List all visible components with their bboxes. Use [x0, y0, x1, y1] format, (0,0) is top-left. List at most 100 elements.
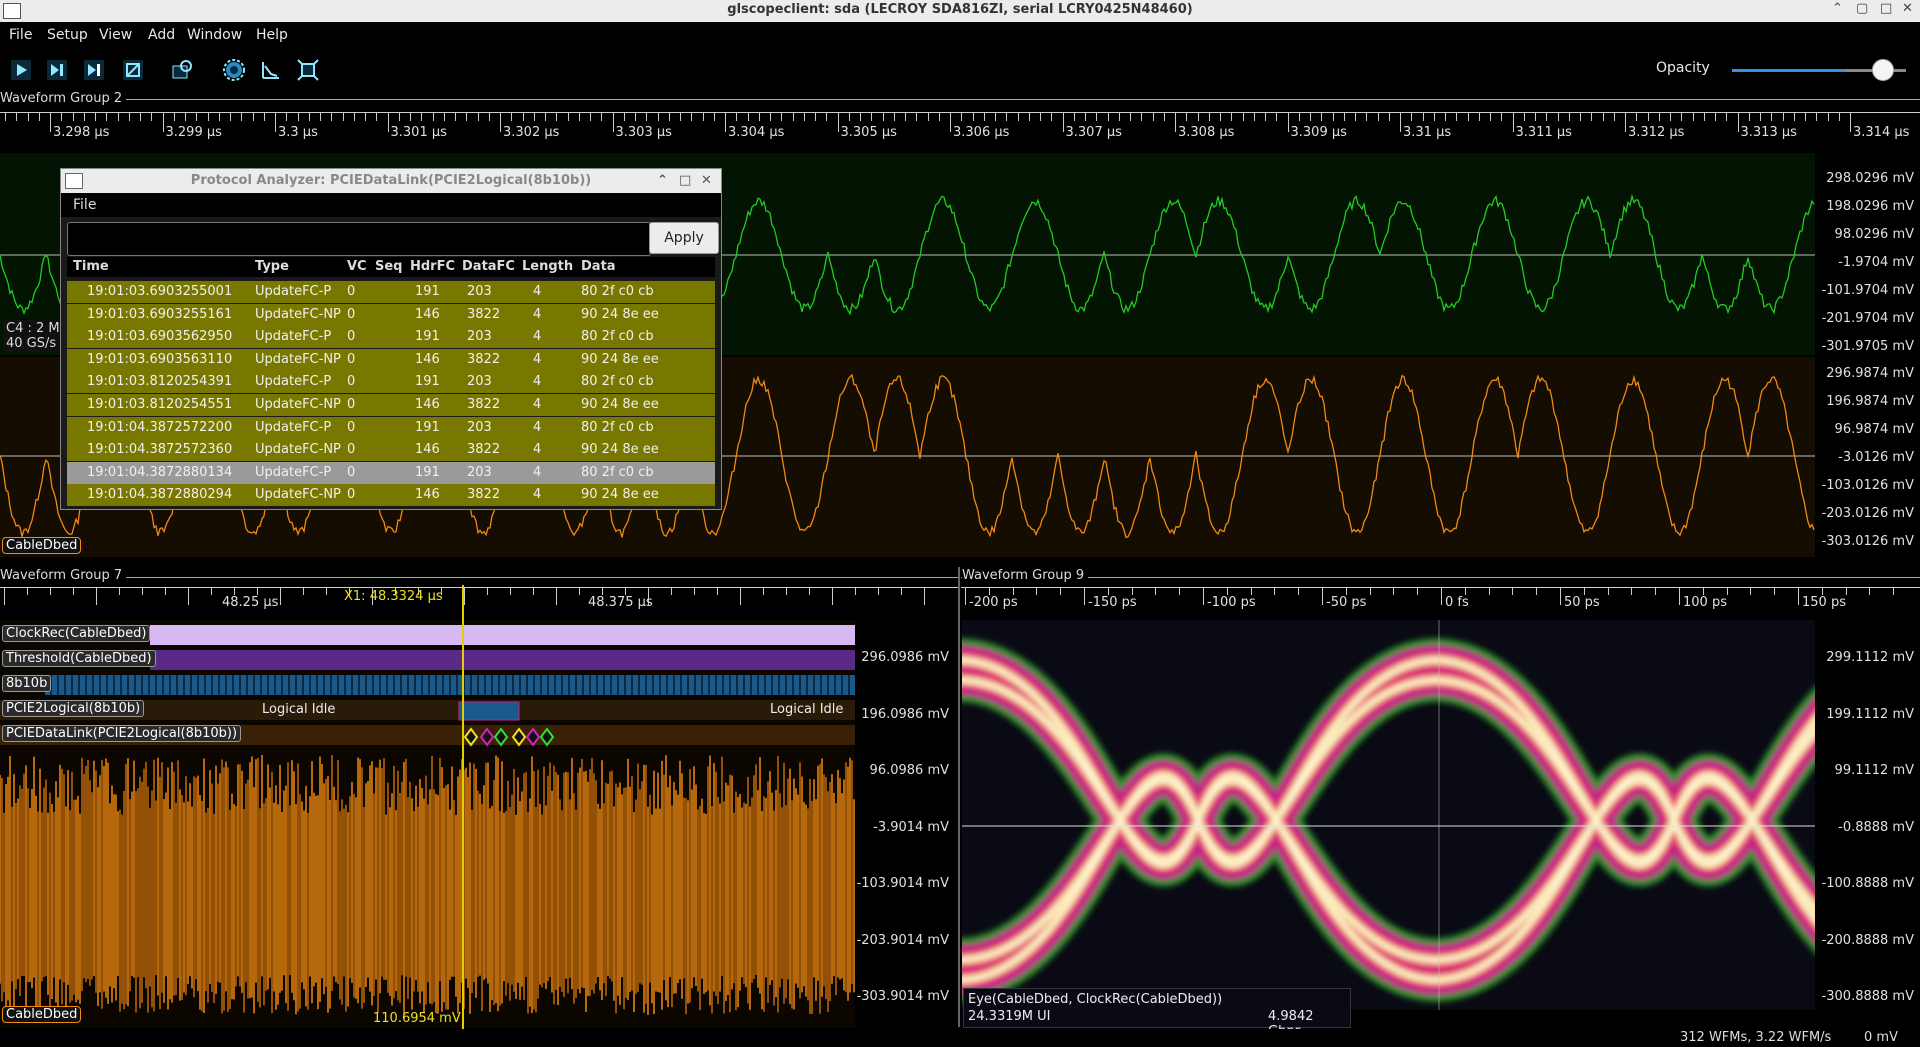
- settings-icon[interactable]: [222, 58, 246, 82]
- group-splitter[interactable]: [958, 567, 960, 1027]
- menu-file[interactable]: File: [9, 27, 32, 43]
- major-tick: [1798, 587, 1799, 605]
- col-time[interactable]: Time: [73, 259, 109, 274]
- group7-scale[interactable]: 296.0986 mV 196.0986 mV 96.0986 mV -3.9014 …: [855, 620, 955, 1028]
- group2-green-scale[interactable]: 298.0296 mV 198.0296 mV 98.0296 mV -1.9704 …: [1815, 153, 1920, 355]
- cell-time: 19:01:04.3872572360: [87, 442, 233, 458]
- opacity-slider-handle[interactable]: [1871, 59, 1894, 81]
- table-row[interactable]: 19:01:03.6903255001 UpdateFC-P 0 191 203 4 80 …: [67, 281, 715, 303]
- group9-timeline[interactable]: -200 ps -150 ps -100 ps -50 ps 0 fs 50 ps 100 …: [961, 585, 1920, 615]
- scale-label: -103.9014 mV: [856, 876, 949, 891]
- decoded-packet-markers[interactable]: [455, 700, 555, 750]
- cell-time: 19:01:03.6903255001: [87, 284, 233, 299]
- window-title-bar: glscopeclient: sda (LECROY SDA816ZI, ser…: [0, 0, 1920, 22]
- minor-tick: [713, 112, 715, 121]
- filter-input[interactable]: [67, 222, 651, 256]
- menu-view[interactable]: View: [99, 27, 132, 43]
- menu-add[interactable]: Add: [148, 27, 175, 43]
- minor-tick: [16, 112, 18, 121]
- cell-datafc: 3822: [467, 442, 501, 458]
- close-icon[interactable]: ✕: [1902, 1, 1913, 16]
- minor-tick: [1816, 112, 1818, 121]
- minor-tick: [443, 112, 445, 121]
- minor-tick: [1040, 112, 1041, 121]
- table-row[interactable]: 19:01:03.8120254551 UpdateFC-NP 0 146 3822 4 9…: [67, 394, 715, 416]
- track-label[interactable]: PCIEDataLink(PCIE2Logical(8b10b)): [2, 725, 242, 742]
- group9-scale[interactable]: 299.1112 mV 199.1112 mV 99.1112 mV -0.8888 …: [1815, 620, 1920, 1028]
- history-icon[interactable]: [170, 58, 194, 82]
- measure-icon[interactable]: [259, 58, 283, 82]
- eye-diagram[interactable]: [962, 620, 1815, 1010]
- restore-icon[interactable]: ▢: [1856, 1, 1868, 16]
- table-row[interactable]: 19:01:03.6903562950 UpdateFC-P 0 191 203 4 80 …: [67, 326, 715, 349]
- table-row[interactable]: 19:01:04.3872880134 UpdateFC-P 0 191 203 4 80 …: [67, 461, 715, 484]
- menu-help[interactable]: Help: [256, 27, 288, 43]
- major-tick: [1400, 112, 1401, 132]
- table-row[interactable]: 19:01:03.8120254391 UpdateFC-P 0 191 203 4 80 …: [67, 371, 715, 394]
- time-label: 3.312 µs: [1628, 125, 1685, 140]
- minor-tick: [230, 112, 231, 121]
- scale-label: 196.9874 mV: [1826, 394, 1914, 409]
- col-length[interactable]: Length: [522, 259, 573, 274]
- cursor-x1-line[interactable]: [462, 585, 464, 1030]
- col-seq[interactable]: Seq: [375, 259, 403, 274]
- logical-idle-label-1: Logical Idle: [262, 702, 336, 717]
- minor-tick: [1433, 112, 1435, 121]
- minor-tick: [218, 112, 220, 121]
- group7-trace-label[interactable]: CableDbed: [2, 1006, 82, 1023]
- stop-icon[interactable]: [121, 58, 145, 82]
- minor-tick: [1411, 112, 1413, 121]
- table-row[interactable]: 19:01:03.6903563110 UpdateFC-NP 0 146 3822 4 9…: [67, 348, 715, 371]
- dialog-menu-file[interactable]: File: [73, 197, 96, 213]
- minor-tick: [938, 112, 940, 121]
- step-icon[interactable]: [82, 58, 106, 82]
- group2-trace-label[interactable]: CableDbed: [2, 537, 82, 554]
- dialog-minimize-icon[interactable]: ⌃: [657, 173, 668, 188]
- group7-dense-trace[interactable]: [0, 745, 855, 1028]
- col-datafc[interactable]: DataFC: [462, 259, 515, 274]
- group2-orange-scale[interactable]: 296.9874 mV 196.9874 mV 96.9874 mV -3.0126 …: [1815, 357, 1920, 557]
- dialog-maximize-icon[interactable]: □: [679, 173, 691, 188]
- col-type[interactable]: Type: [255, 259, 289, 274]
- col-vc[interactable]: VC: [347, 259, 367, 274]
- minor-tick: [1607, 587, 1609, 595]
- minimize-icon[interactable]: ⌃: [1832, 1, 1843, 16]
- tick-mark: [717, 587, 718, 595]
- track-label[interactable]: PCIE2Logical(8b10b): [2, 700, 145, 717]
- track-label[interactable]: ClockRec(CableDbed): [2, 625, 151, 642]
- timeline-axis: [0, 112, 1920, 113]
- fullscreen-icon[interactable]: [296, 58, 320, 82]
- cell-vc: 0: [347, 374, 356, 390]
- cell-data: 80 2f c0 cb: [581, 374, 654, 390]
- play-single-icon[interactable]: [45, 58, 69, 82]
- dialog-close-icon[interactable]: ✕: [701, 173, 712, 188]
- menu-window[interactable]: Window: [187, 27, 242, 43]
- track-label[interactable]: Threshold(CableDbed): [2, 650, 156, 667]
- play-icon[interactable]: [9, 58, 33, 82]
- col-hdrfc[interactable]: HdrFC: [410, 259, 455, 274]
- minor-tick: [1265, 112, 1266, 121]
- maximize-icon[interactable]: □: [1880, 1, 1892, 16]
- minor-tick: [1377, 112, 1379, 121]
- track-label[interactable]: 8b10b: [2, 675, 52, 692]
- col-data[interactable]: Data: [581, 259, 616, 274]
- apply-button[interactable]: Apply: [649, 222, 719, 254]
- group7-timeline[interactable]: 48.25 µs 48.375 µs: [0, 585, 958, 615]
- minor-tick: [1155, 587, 1157, 595]
- cell-datafc: 3822: [467, 351, 501, 367]
- minor-tick: [1130, 112, 1131, 121]
- table-row[interactable]: 19:01:04.3872880294 UpdateFC-NP 0 146 3822 4 9…: [67, 484, 715, 507]
- group2-timeline[interactable]: 3.298 µs 3.299 µs 3.3 µs 3.301 µs 3.302 µs 3.…: [0, 108, 1920, 148]
- time-label: 0 fs: [1445, 595, 1469, 610]
- minor-tick: [1274, 587, 1276, 595]
- cell-type: UpdateFC-NP: [255, 351, 341, 367]
- menu-setup[interactable]: Setup: [47, 27, 88, 43]
- minor-tick: [623, 112, 625, 121]
- opacity-label: Opacity: [1656, 60, 1710, 76]
- table-row[interactable]: 19:01:03.6903255161 UpdateFC-NP 0 146 3822 4 9…: [67, 303, 715, 326]
- table-row[interactable]: 19:01:04.3872572360 UpdateFC-NP 0 146 3822 4 9…: [67, 439, 715, 462]
- minor-tick: [1345, 587, 1347, 595]
- tick-mark: [73, 587, 74, 595]
- time-label: 3.306 µs: [953, 125, 1010, 140]
- table-row[interactable]: 19:01:04.3872572200 UpdateFC-P 0 191 203 4 80 …: [67, 416, 715, 439]
